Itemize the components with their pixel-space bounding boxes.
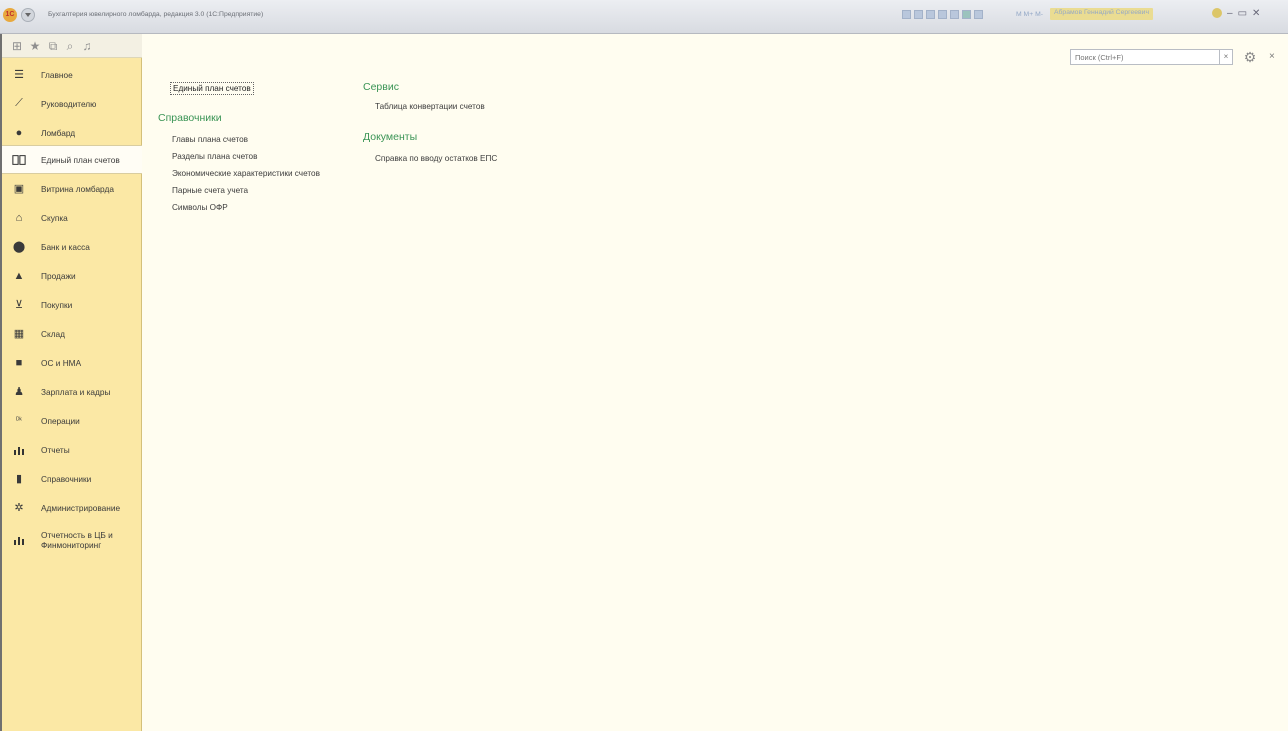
service-section-title: Сервис: [363, 81, 399, 93]
document-link[interactable]: Справка по вводу остатков ЕПС: [375, 154, 497, 163]
gear-icon: ✲: [14, 502, 24, 514]
print-icon[interactable]: [914, 10, 923, 19]
link-icon[interactable]: [950, 10, 959, 19]
sidebar-item-operations[interactable]: ᴰᵏ Операции: [2, 406, 142, 435]
sidebar-item-label: Ломбард: [41, 127, 76, 138]
sidebar-item-label: Отчеты: [41, 444, 70, 455]
maximize-button[interactable]: ▭: [1238, 8, 1247, 19]
cart-icon: ⊻: [14, 299, 24, 311]
coin-icon: ⬤: [12, 241, 26, 253]
sections-panel: ☰ Главное ⟋ Руководителю ● Ломбард Едины…: [2, 58, 142, 731]
history-clipboard-icon[interactable]: ⧉: [46, 39, 60, 53]
history-icon[interactable]: [962, 10, 971, 19]
sidebar-item-showcase[interactable]: ▣ Витрина ломбарда: [2, 174, 142, 203]
money-bag-icon: ●: [15, 126, 23, 139]
favorite-icon[interactable]: [938, 10, 947, 19]
save-icon[interactable]: [902, 10, 911, 19]
sidebar-item-reports[interactable]: Отчеты: [2, 435, 142, 464]
bar-chart-icon: [12, 533, 26, 547]
truck-icon: ■: [15, 356, 23, 369]
menu-lines-icon: ☰: [14, 69, 24, 81]
person-icon: ♟: [14, 386, 24, 398]
sidebar-item-main[interactable]: ☰ Главное: [2, 60, 142, 89]
close-window-button[interactable]: ✕: [1252, 8, 1260, 19]
open-book-icon: [12, 153, 26, 167]
sidebar-item-label: Продажи: [41, 270, 76, 281]
market-icon: ⌂: [15, 211, 23, 224]
sidebar-item-purchases[interactable]: ⊻ Покупки: [2, 290, 142, 319]
catalogs-section-title: Справочники: [158, 112, 222, 124]
sidebar-item-salary[interactable]: ♟ Зарплата и кадры: [2, 377, 142, 406]
bar-chart-icon: [12, 443, 26, 457]
sidebar-item-label: Покупки: [41, 299, 73, 310]
catalog-link[interactable]: Парные счета учета: [172, 186, 248, 195]
sidebar-item-bank-cash[interactable]: ⬤ Банк и касса: [2, 232, 142, 261]
memory-buttons[interactable]: M M+ M-: [1016, 11, 1043, 18]
sidebar-item-label: Зарплата и кадры: [41, 386, 111, 397]
dt-kt-icon: ᴰᵏ: [16, 417, 22, 424]
sidebar-item-label: ОС и НМА: [41, 357, 82, 368]
catalog-link[interactable]: Главы плана счетов: [172, 135, 248, 144]
sidebar-item-cb-reporting[interactable]: Отчетность в ЦБ и Финмониторинг: [2, 524, 142, 556]
user-name[interactable]: Абрамов Геннадий Сергеевич: [1050, 8, 1153, 20]
catalog-link[interactable]: Экономические характеристики счетов: [172, 169, 320, 178]
search-input[interactable]: [1070, 49, 1220, 65]
sidebar-item-catalogs[interactable]: ▮ Справочники: [2, 464, 142, 493]
sidebar-item-director[interactable]: ⟋ Руководителю: [2, 89, 142, 118]
catalog-link[interactable]: Разделы плана счетов: [172, 152, 257, 161]
app-logo-icon: 1С: [3, 8, 17, 22]
book-icon: ▮: [15, 473, 23, 485]
sidebar-item-label: Единый план счетов: [41, 154, 120, 165]
settings-gear-icon[interactable]: ⚙: [1241, 48, 1259, 66]
search-icon[interactable]: ⌕: [63, 39, 77, 53]
titlebar-tools: [902, 10, 983, 19]
window-titlebar: 1С Бухгалтерия ювелирного ломбарда, реда…: [0, 0, 1288, 34]
service-link[interactable]: Таблица конвертации счетов: [375, 102, 485, 111]
sidebar-item-label: Операции: [41, 415, 80, 426]
sidebar-item-label: Банк и касса: [41, 241, 90, 252]
sidebar-item-label: Администрирование: [41, 502, 121, 513]
window-title: Бухгалтерия ювелирного ломбарда, редакци…: [48, 11, 264, 18]
sidebar-item-chart-of-accounts[interactable]: Единый план счетов: [2, 145, 142, 174]
main-menu-button[interactable]: [21, 8, 35, 22]
sidebar-item-sales[interactable]: ▲ Продажи: [2, 261, 142, 290]
chart-of-accounts-link[interactable]: Единый план счетов: [170, 82, 254, 95]
main-content: × ⚙ × Единый план счетов Справочники Гла…: [143, 34, 1288, 731]
info-icon[interactable]: [1212, 8, 1222, 18]
calc-icon[interactable]: [974, 10, 983, 19]
sidebar-item-label: Отчетность в ЦБ и Финмониторинг: [41, 530, 113, 550]
documents-section-title: Документы: [363, 131, 418, 143]
sections-toolbar: ⊞ ★ ⧉ ⌕ ♫: [2, 34, 142, 58]
shopping-bag-icon: ▲: [13, 269, 25, 282]
bell-icon[interactable]: ♫: [80, 39, 94, 53]
all-functions-grid-icon[interactable]: ⊞: [10, 39, 24, 53]
showcase-icon: ▣: [13, 183, 25, 195]
sidebar-item-administration[interactable]: ✲ Администрирование: [2, 493, 142, 522]
sidebar-item-label: Руководителю: [41, 98, 97, 109]
window-controls: – ▭ ✕: [1212, 8, 1260, 19]
boxes-icon: ▦: [13, 328, 25, 340]
sidebar-item-fixed-assets[interactable]: ■ ОС и НМА: [2, 348, 142, 377]
sidebar-item-pawnshop[interactable]: ● Ломбард: [2, 118, 142, 147]
search-clear-button[interactable]: ×: [1219, 49, 1233, 65]
favorites-star-icon[interactable]: ★: [28, 39, 42, 53]
preview-icon[interactable]: [926, 10, 935, 19]
sidebar-item-label: Витрина ломбарда: [41, 183, 114, 194]
close-section-button[interactable]: ×: [1269, 49, 1279, 65]
sidebar-item-label: Главное: [41, 69, 73, 80]
sidebar-item-label: Скупка: [41, 212, 68, 223]
minimize-button[interactable]: –: [1227, 8, 1233, 19]
sidebar-item-buyout[interactable]: ⌂ Скупка: [2, 203, 142, 232]
sidebar-item-label: Справочники: [41, 473, 92, 484]
trend-line-icon: ⟋: [15, 97, 23, 109]
catalog-link[interactable]: Символы ОФР: [172, 203, 228, 212]
sidebar-item-label: Склад: [41, 328, 66, 339]
sidebar-item-warehouse[interactable]: ▦ Склад: [2, 319, 142, 348]
